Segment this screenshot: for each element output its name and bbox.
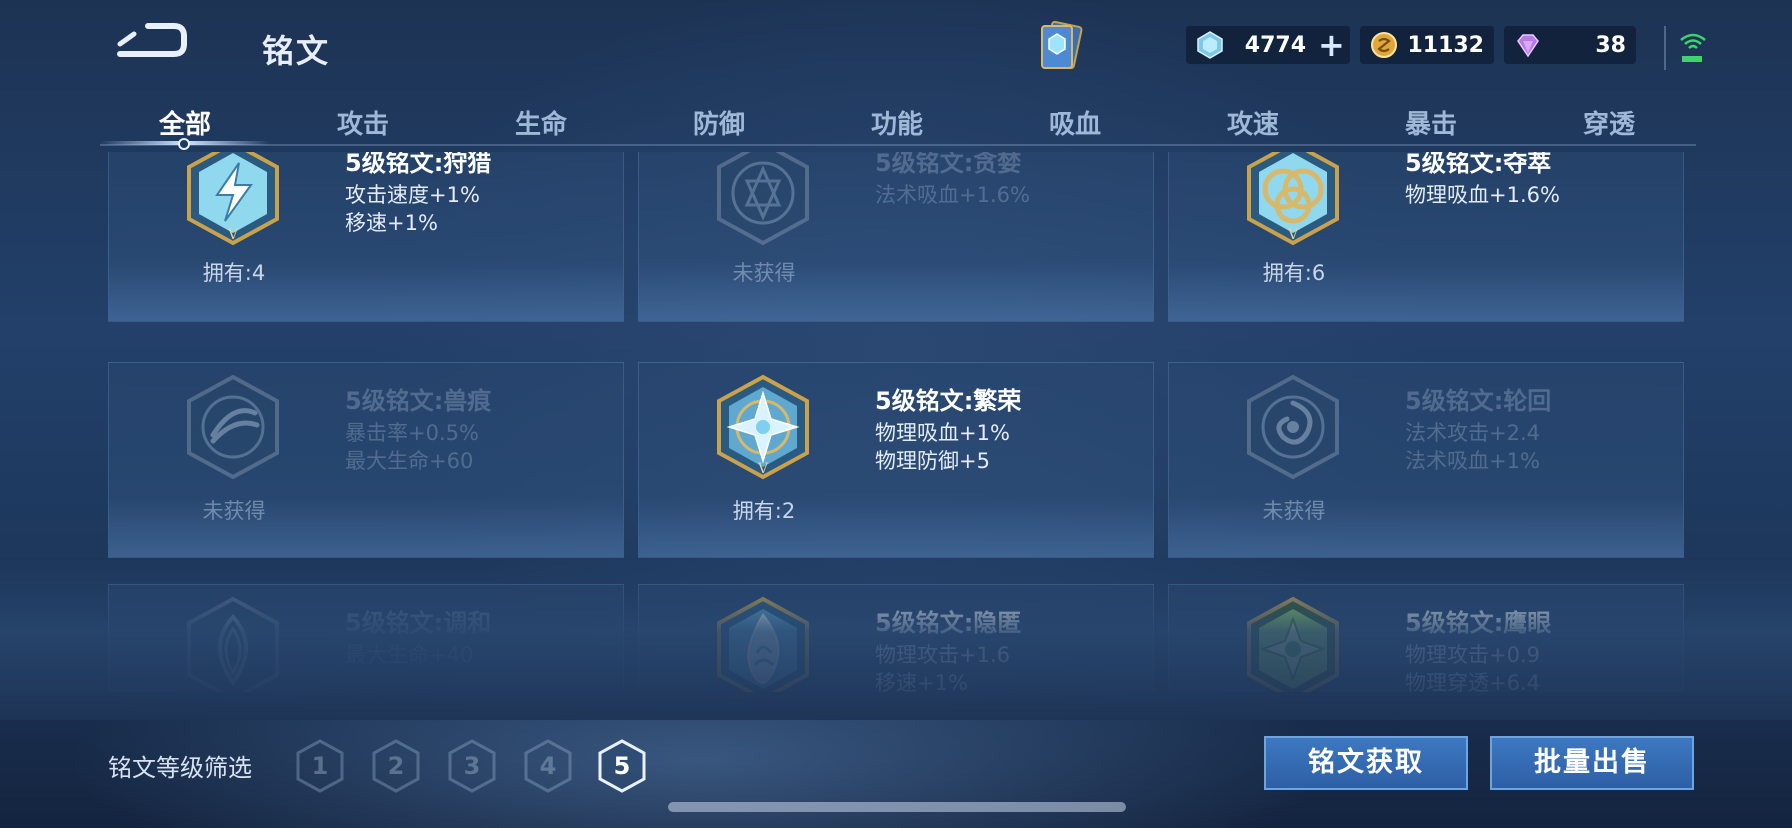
rune-card[interactable]: 5级铭文:调和 最大生命+40	[108, 584, 624, 692]
level-filter-5[interactable]: 5	[596, 738, 648, 794]
tab-defense[interactable]: 防御	[639, 104, 799, 141]
rune-stat: 物理吸血+1.6%	[1405, 183, 1560, 207]
category-tabs: 全部 攻击 生命 防御 功能 吸血 攻速 暴击 穿透	[100, 96, 1696, 150]
rune-stat: 法术攻击+2.4	[1405, 421, 1540, 445]
crystal-value: 4774	[1244, 32, 1306, 58]
level-number: 3	[463, 752, 481, 780]
active-tab-dot	[178, 138, 190, 150]
level-filter-2[interactable]: 2	[370, 738, 422, 794]
tab-penetration[interactable]: 穿透	[1529, 104, 1689, 141]
back-arrow-icon[interactable]	[112, 22, 188, 62]
rune-stat: 移速+1%	[875, 671, 968, 692]
owned-count: 未获得	[732, 261, 796, 285]
diamond-value: 38	[1595, 32, 1626, 58]
bulk-sell-button[interactable]: 批量出售	[1490, 736, 1694, 790]
star-rune-icon	[717, 152, 809, 246]
green-star-rune-icon	[1247, 596, 1339, 692]
rune-stat: 法术吸血+1.6%	[875, 183, 1030, 207]
home-indicator[interactable]	[668, 802, 1126, 812]
gold-coin-icon	[1371, 32, 1397, 58]
wifi-signal-icon	[1680, 33, 1706, 62]
level-filter-1[interactable]: 1	[294, 738, 346, 794]
rune-card[interactable]: 5级铭文:鹰眼 物理攻击+0.9 物理穿透+6.4	[1168, 584, 1684, 692]
tab-attack[interactable]: 攻击	[283, 104, 443, 141]
rune-card[interactable]: V 拥有:4 5级铭文:狩猎 攻击速度+1% 移速+1%	[108, 152, 624, 322]
level-number: 4	[539, 752, 557, 780]
claw-rune-icon	[187, 374, 279, 480]
rune-stat: 法术吸血+1%	[1405, 449, 1540, 473]
lightning-rune-icon: V	[187, 152, 279, 246]
svg-text:V: V	[1287, 227, 1299, 243]
rune-name: 5级铭文:夺萃	[1405, 152, 1552, 177]
level-filter-label: 铭文等级筛选	[108, 754, 252, 782]
diamond-icon	[1517, 34, 1539, 58]
rune-card[interactable]: V 拥有:2 5级铭文:繁荣 物理吸血+1% 物理防御+5	[638, 362, 1154, 558]
rune-grid: V 拥有:4 5级铭文:狩猎 攻击速度+1% 移速+1% 未获得 5级铭文:贪婪…	[108, 152, 1684, 692]
owned-count: 拥有:4	[202, 261, 266, 285]
rune-stat: 物理穿透+6.4	[1405, 671, 1540, 692]
diamond-currency: 38	[1504, 26, 1636, 64]
tab-critical[interactable]: 暴击	[1351, 104, 1511, 141]
rune-card[interactable]: V 拥有:6 5级铭文:夺萃 物理吸血+1.6%	[1168, 152, 1684, 322]
gold-currency: 11132	[1360, 26, 1494, 64]
rune-name: 5级铭文:繁荣	[875, 387, 1022, 415]
rune-name: 5级铭文:兽痕	[345, 387, 492, 415]
tab-lifesteal[interactable]: 吸血	[995, 104, 1155, 141]
rune-name: 5级铭文:调和	[345, 609, 492, 637]
flame-rune-icon	[717, 596, 809, 692]
rune-stat: 最大生命+40	[345, 643, 474, 667]
rune-name: 5级铭文:贪婪	[875, 152, 1022, 177]
add-currency-icon[interactable]: +	[1318, 29, 1345, 61]
rune-stat: 暴击率+0.5%	[345, 421, 479, 445]
gold-value: 11132	[1407, 32, 1484, 58]
rune-stat: 攻击速度+1%	[345, 183, 480, 207]
rune-card[interactable]: 未获得 5级铭文:兽痕 暴击率+0.5% 最大生命+60	[108, 362, 624, 558]
header-divider	[1664, 26, 1666, 70]
owned-count: 拥有:2	[732, 499, 796, 523]
swirl-rune-icon	[1247, 374, 1339, 480]
rune-stat: 物理攻击+0.9	[1405, 643, 1540, 667]
rune-name: 5级铭文:轮回	[1405, 387, 1552, 415]
rune-name: 5级铭文:鹰眼	[1405, 609, 1552, 637]
svg-text:V: V	[757, 461, 769, 477]
rune-stat: 物理攻击+1.6	[875, 643, 1010, 667]
obtain-runes-button[interactable]: 铭文获取	[1264, 736, 1468, 790]
tab-all[interactable]: 全部	[105, 104, 265, 141]
svg-text:V: V	[227, 227, 239, 243]
page-title: 铭文	[262, 32, 331, 70]
crystal-icon	[1197, 31, 1223, 59]
owned-count: 未获得	[1262, 499, 1326, 523]
level-filter-4[interactable]: 4	[522, 738, 574, 794]
rune-stat: 移速+1%	[345, 211, 438, 235]
tabs-divider	[100, 144, 1696, 146]
owned-count: 未获得	[202, 499, 266, 523]
tab-utility[interactable]: 功能	[817, 104, 977, 141]
level-number: 1	[311, 752, 329, 780]
rune-name: 5级铭文:隐匿	[875, 609, 1022, 637]
knot-rune-icon: V	[1247, 152, 1339, 246]
level-number: 5	[613, 752, 631, 780]
tab-attack-speed[interactable]: 攻速	[1173, 104, 1333, 141]
rune-name: 5级铭文:狩猎	[345, 152, 492, 177]
rune-pages-icon[interactable]	[1032, 18, 1090, 76]
compass-rune-icon: V	[717, 374, 809, 480]
level-number: 2	[387, 752, 405, 780]
leaf-rune-icon	[187, 596, 279, 692]
rune-card[interactable]: 5级铭文:隐匿 物理攻击+1.6 移速+1%	[638, 584, 1154, 692]
tab-health[interactable]: 生命	[461, 104, 621, 141]
owned-count: 拥有:6	[1262, 261, 1326, 285]
rune-card[interactable]: 未获得 5级铭文:贪婪 法术吸血+1.6%	[638, 152, 1154, 322]
rune-stat: 物理防御+5	[875, 449, 990, 473]
rune-stat: 最大生命+60	[345, 449, 474, 473]
rune-stat: 物理吸血+1%	[875, 421, 1010, 445]
rune-card[interactable]: 未获得 5级铭文:轮回 法术攻击+2.4 法术吸血+1%	[1168, 362, 1684, 558]
level-filter-3[interactable]: 3	[446, 738, 498, 794]
